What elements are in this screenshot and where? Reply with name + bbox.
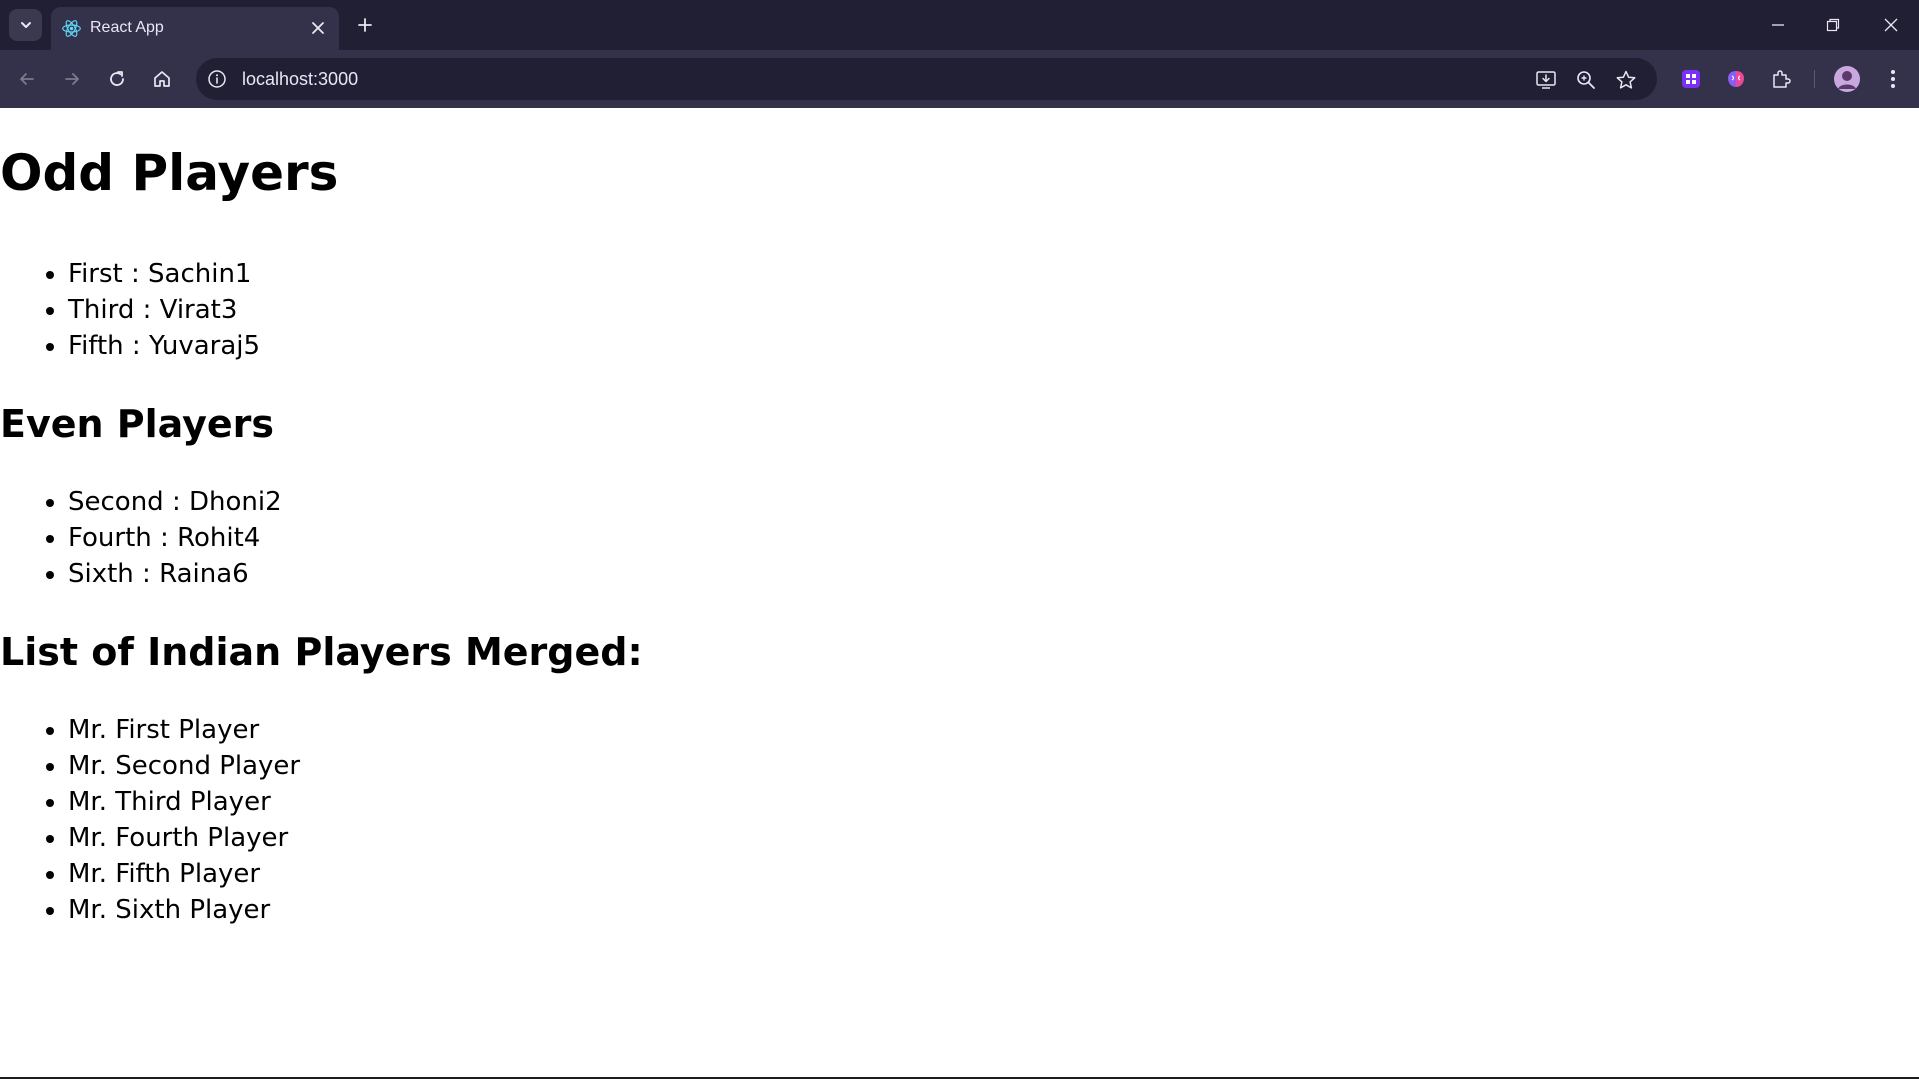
- new-tab-button[interactable]: [352, 12, 378, 38]
- grid-extension-icon[interactable]: [1677, 65, 1705, 93]
- list-item: Sixth : Raina6: [68, 556, 282, 592]
- browser-tab-strip: React App: [0, 0, 1919, 50]
- browser-toolbar: localhost:3000: [0, 50, 1919, 108]
- tab-title: React App: [90, 19, 164, 36]
- reload-icon: [107, 69, 127, 89]
- list-item: Mr. Second Player: [68, 748, 300, 784]
- browser-menu-button[interactable]: [1879, 65, 1907, 93]
- site-info-icon[interactable]: [206, 68, 228, 90]
- tab-close-icon[interactable]: [309, 19, 327, 37]
- plus-icon: [357, 17, 373, 33]
- list-item: Mr. Fifth Player: [68, 856, 300, 892]
- list-item: Third : Virat3: [68, 292, 260, 328]
- restore-button[interactable]: [1818, 10, 1848, 40]
- merged-players-heading: List of Indian Players Merged:: [0, 630, 643, 674]
- puzzle-icon[interactable]: [1767, 65, 1795, 93]
- restore-icon: [1826, 18, 1840, 32]
- avatar-icon[interactable]: [1833, 65, 1861, 93]
- even-players-list: Second : Dhoni2 Fourth : Rohit4 Sixth : …: [0, 484, 282, 592]
- arrow-right-icon: [62, 69, 82, 89]
- tab-search-button[interactable]: [9, 9, 42, 41]
- forward-button[interactable]: [56, 63, 88, 95]
- address-bar[interactable]: localhost:3000: [196, 58, 1657, 100]
- toolbar-divider: [1814, 70, 1815, 88]
- reload-button[interactable]: [101, 63, 133, 95]
- close-window-button[interactable]: [1876, 10, 1906, 40]
- react-logo-icon: [61, 18, 82, 39]
- close-icon: [1884, 18, 1898, 32]
- back-button[interactable]: [11, 63, 43, 95]
- brain-extension-icon[interactable]: [1722, 65, 1750, 93]
- odd-players-list: First : Sachin1 Third : Virat3 Fifth : Y…: [0, 256, 260, 364]
- home-button[interactable]: [146, 63, 178, 95]
- home-icon: [152, 69, 172, 89]
- list-item: Mr. Sixth Player: [68, 892, 300, 928]
- chevron-down-icon: [18, 17, 34, 33]
- list-item: Mr. First Player: [68, 712, 300, 748]
- minimize-icon: [1771, 18, 1785, 32]
- list-item: Fourth : Rohit4: [68, 520, 282, 556]
- minimize-button[interactable]: [1763, 10, 1793, 40]
- star-icon[interactable]: [1613, 67, 1639, 93]
- url-text: localhost:3000: [242, 69, 359, 89]
- even-players-heading: Even Players: [0, 402, 275, 446]
- list-item: Fifth : Yuvaraj5: [68, 328, 260, 364]
- install-app-icon[interactable]: [1533, 67, 1559, 93]
- arrow-left-icon: [17, 69, 37, 89]
- page-content: Odd Players First : Sachin1 Third : Vira…: [0, 108, 1919, 1078]
- odd-players-heading: Odd Players: [0, 144, 339, 202]
- kebab-menu-icon: [1890, 69, 1896, 89]
- list-item: First : Sachin1: [68, 256, 260, 292]
- merged-players-list: Mr. First Player Mr. Second Player Mr. T…: [0, 712, 300, 928]
- zoom-icon[interactable]: [1573, 67, 1599, 93]
- list-item: Mr. Fourth Player: [68, 820, 300, 856]
- list-item: Mr. Third Player: [68, 784, 300, 820]
- tab-react-app[interactable]: React App: [51, 7, 339, 50]
- list-item: Second : Dhoni2: [68, 484, 282, 520]
